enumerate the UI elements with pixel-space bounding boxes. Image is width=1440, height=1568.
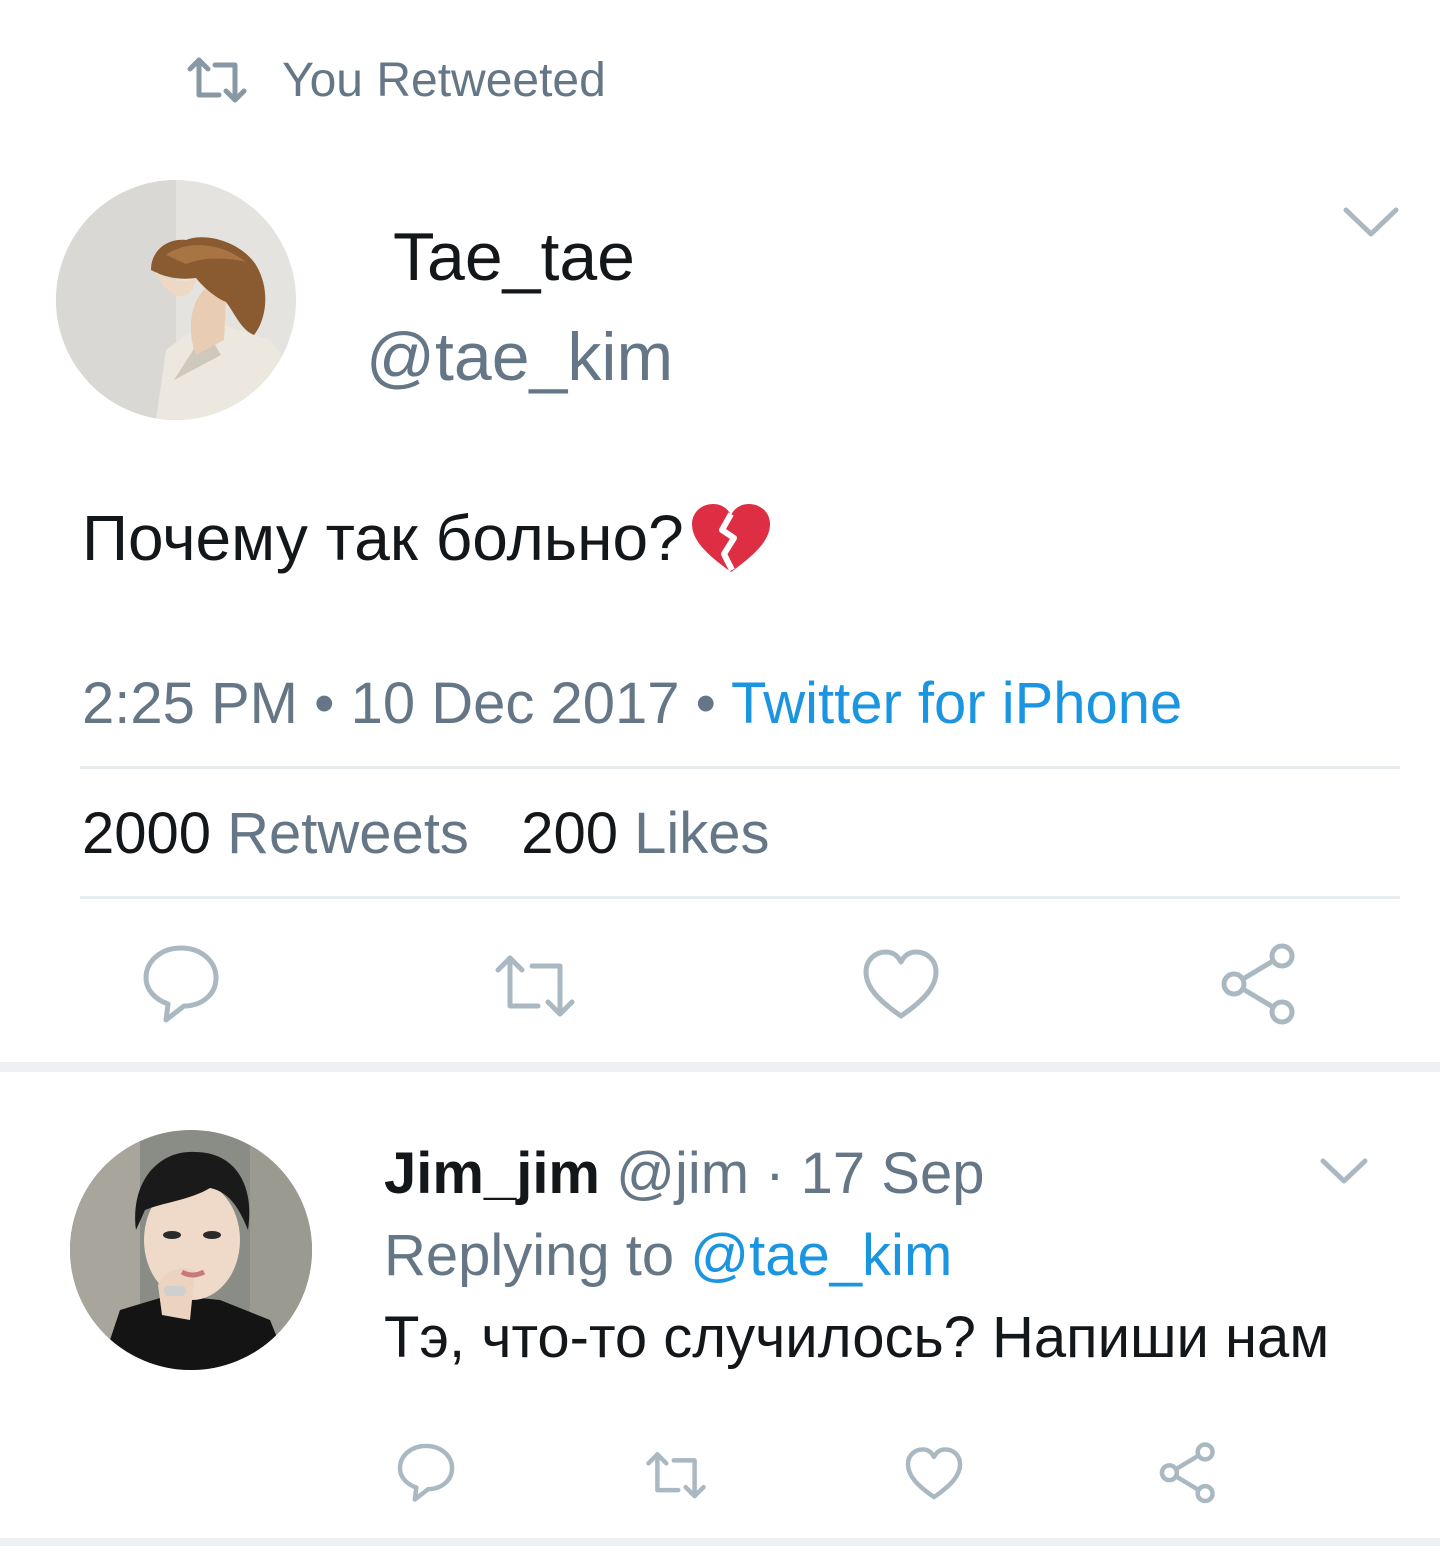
- chevron-down-icon[interactable]: [1340, 200, 1402, 244]
- like-icon[interactable]: [902, 1442, 966, 1506]
- divider: [80, 896, 1400, 899]
- retweet-icon: [187, 57, 247, 103]
- likes-stat[interactable]: 200 Likes: [521, 801, 769, 866]
- replying-to-handle-link[interactable]: @tae_kim: [690, 1223, 952, 1288]
- divider: [80, 766, 1400, 769]
- broken-heart-icon: [691, 504, 770, 572]
- retweet-context: You Retweeted: [186, 50, 606, 110]
- profile-photo: [56, 180, 296, 420]
- meta-separator: •: [314, 671, 335, 736]
- avatar[interactable]: [56, 180, 296, 420]
- tweet-date: 10 Dec 2017: [350, 671, 680, 736]
- share-icon[interactable]: [1156, 1440, 1220, 1504]
- tweet-source-link[interactable]: Twitter for iPhone: [731, 671, 1182, 736]
- reply-separator: ·: [765, 1141, 785, 1206]
- user-handle[interactable]: @tae_kim: [366, 318, 673, 396]
- display-name[interactable]: Tae_tae: [393, 218, 635, 296]
- reply-display-name[interactable]: Jim_jim: [384, 1141, 600, 1206]
- retweets-label: Retweets: [227, 801, 469, 866]
- avatar[interactable]: [70, 1130, 312, 1370]
- retweets-count: 2000: [82, 801, 212, 866]
- tweet-text: Почему так больно?: [82, 498, 776, 578]
- retweet-icon[interactable]: [644, 1444, 708, 1508]
- reply-header: Jim_jim @jim · 17 Sep: [384, 1140, 985, 1207]
- tweet-stats: 2000 Retweets 200 Likes: [82, 800, 770, 867]
- share-icon[interactable]: [1216, 940, 1302, 1026]
- chevron-down-icon[interactable]: [1318, 1152, 1370, 1190]
- retweet-context-label: You Retweeted: [282, 53, 606, 107]
- tweet-meta: 2:25 PM • 10 Dec 2017 • Twitter for iPho…: [82, 670, 1182, 737]
- profile-photo: [70, 1130, 312, 1370]
- reply-user-handle[interactable]: @jim: [616, 1141, 749, 1206]
- tweet-separator: [0, 1538, 1440, 1546]
- tweet-separator: [0, 1062, 1440, 1072]
- reply-icon[interactable]: [394, 1440, 458, 1504]
- tweet-text-content: Почему так больно?: [82, 502, 684, 574]
- reply-text: Тэ, что-то случилось? Напиши нам: [384, 1305, 1330, 1370]
- tweet-time: 2:25 PM: [82, 671, 298, 736]
- likes-label: Likes: [634, 801, 770, 866]
- likes-count: 200: [521, 801, 618, 866]
- replying-to: Replying to @tae_kim: [384, 1222, 952, 1289]
- retweet-icon[interactable]: [492, 944, 578, 1030]
- like-icon[interactable]: [858, 942, 944, 1028]
- meta-separator: •: [695, 671, 716, 736]
- reply-icon[interactable]: [138, 940, 224, 1026]
- retweets-stat[interactable]: 2000 Retweets: [82, 801, 485, 866]
- replying-prefix: Replying to: [384, 1223, 675, 1288]
- reply-date[interactable]: 17 Sep: [801, 1141, 985, 1206]
